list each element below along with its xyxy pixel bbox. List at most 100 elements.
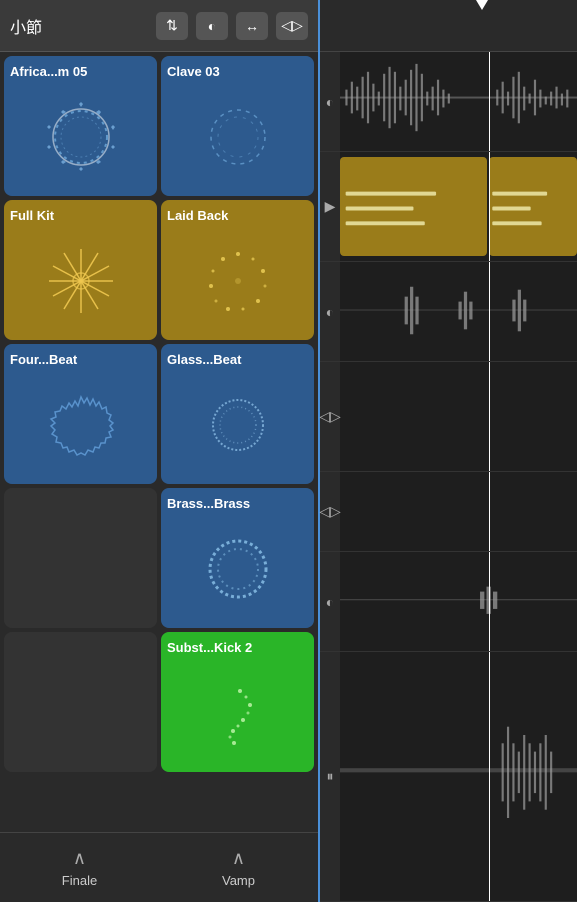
vamp-arrow-icon: ∧ — [232, 848, 245, 869]
header-bar: 小節 ⇅ ◐ ↔ ◁▷ — [0, 0, 318, 52]
pad-empty-1[interactable] — [4, 488, 157, 628]
halfmoon-icon-6: ◐ — [326, 594, 334, 610]
pad-clave[interactable]: Clave 03 — [161, 56, 314, 196]
pad-fullkit[interactable]: Full Kit — [4, 200, 157, 340]
clave-waveform-icon — [198, 97, 278, 177]
track-control-6[interactable]: ◐ — [320, 552, 340, 651]
gold-pattern-right — [489, 157, 577, 256]
gold-pattern-left — [340, 157, 487, 256]
fourbeat-waveform-icon — [41, 385, 121, 465]
track-control-4[interactable]: ◁▷ — [320, 362, 340, 471]
pad-subst[interactable]: Subst...Kick 2 — [161, 632, 314, 772]
subst-waveform-icon — [198, 673, 278, 753]
play-icon-2: ▶ — [325, 198, 336, 215]
track-content-1 — [340, 52, 577, 151]
right-panel: ◐ — [320, 0, 577, 902]
pad-grid: Africa...m 05 — [0, 52, 318, 832]
pause-icon: ⏸ — [327, 768, 334, 785]
expand-button[interactable]: ◁▷ — [276, 12, 308, 40]
playhead-line-3 — [489, 262, 490, 361]
bottom-bar: ∧ Finale ∧ Vamp — [0, 832, 318, 902]
sort-button[interactable]: ⇅ — [156, 12, 188, 40]
timeline-header — [320, 0, 577, 52]
pad-laidback-visual — [167, 227, 308, 334]
pad-subst-visual — [167, 659, 308, 766]
waveform-6 — [340, 552, 577, 651]
track-row-1: ◐ — [320, 52, 577, 152]
sort-icon: ⇅ — [166, 17, 178, 34]
playhead-line-6 — [489, 552, 490, 651]
pad-laidback[interactable]: Laid Back — [161, 200, 314, 340]
vamp-button[interactable]: ∧ Vamp — [159, 833, 318, 902]
glassbeat-waveform-icon — [198, 385, 278, 465]
pad-africa-label: Africa...m 05 — [10, 64, 87, 79]
track-row-2: ▶ — [320, 152, 577, 262]
pad-subst-label: Subst...Kick 2 — [167, 640, 252, 655]
pad-africa-visual — [10, 83, 151, 190]
left-panel: 小節 ⇅ ◐ ↔ ◁▷ Africa...m 05 — [0, 0, 320, 902]
playhead-line-bottom — [489, 652, 490, 901]
expand-icon-4: ◁▷ — [319, 408, 341, 425]
track-content-bottom — [340, 652, 577, 901]
pad-africa[interactable]: Africa...m 05 — [4, 56, 157, 196]
track-content-5 — [340, 472, 577, 551]
halfmoon-icon-1: ◐ — [326, 94, 334, 110]
pad-glassbeat-visual — [167, 371, 308, 478]
pad-clave-visual — [167, 83, 308, 190]
pad-empty-2[interactable] — [4, 632, 157, 772]
pad-glassbeat[interactable]: Glass...Beat — [161, 344, 314, 484]
pad-fourbeat[interactable]: Four...Beat — [4, 344, 157, 484]
main-container: 小節 ⇅ ◐ ↔ ◁▷ Africa...m 05 — [0, 0, 577, 902]
track-content-6 — [340, 552, 577, 651]
finale-label: Finale — [62, 873, 97, 888]
moon-icon: ◐ — [208, 18, 216, 34]
pad-fullkit-visual — [10, 227, 151, 334]
playhead-line-5 — [489, 472, 490, 551]
arrows-button[interactable]: ↔ — [236, 12, 268, 40]
waveform-bottom — [340, 652, 577, 901]
pad-brass-visual — [167, 515, 308, 622]
beat-lines-right — [489, 157, 577, 256]
track-control-2[interactable]: ▶ — [320, 152, 340, 261]
brass-waveform-icon — [198, 529, 278, 609]
expand-icon: ◁▷ — [281, 17, 303, 34]
track-row-6: ◐ — [320, 552, 577, 652]
track-row-4: ◁▷ — [320, 362, 577, 472]
pad-brass-label: Brass...Brass — [167, 496, 250, 511]
africa-waveform-icon — [41, 97, 121, 177]
track-control-3[interactable]: ◐ — [320, 262, 340, 361]
pad-brass[interactable]: Brass...Brass — [161, 488, 314, 628]
track-content-2 — [340, 152, 577, 261]
waveform-3 — [340, 262, 577, 361]
vamp-label: Vamp — [222, 873, 255, 888]
beat-lines-left — [340, 157, 487, 256]
track-content-4 — [340, 362, 577, 471]
track-row-3: ◐ — [320, 262, 577, 362]
playhead-line-2 — [489, 152, 490, 261]
halfmoon-icon-3: ◐ — [326, 304, 334, 320]
track-control-5[interactable]: ◁▷ — [320, 472, 340, 551]
moon-button[interactable]: ◐ — [196, 12, 228, 40]
finale-arrow-icon: ∧ — [73, 848, 86, 869]
pad-glassbeat-label: Glass...Beat — [167, 352, 241, 367]
playhead-triangle — [476, 0, 488, 10]
pad-fourbeat-label: Four...Beat — [10, 352, 77, 367]
playhead-line-4 — [489, 362, 490, 471]
pad-fullkit-label: Full Kit — [10, 208, 54, 223]
playhead-line-1 — [489, 52, 490, 151]
arrows-icon: ↔ — [245, 18, 259, 34]
waveform-1 — [340, 52, 577, 151]
track-control-1[interactable]: ◐ — [320, 52, 340, 151]
track-control-bottom[interactable]: ⏸ — [320, 652, 340, 901]
track-row-5: ◁▷ — [320, 472, 577, 552]
finale-button[interactable]: ∧ Finale — [0, 833, 159, 902]
pad-fourbeat-visual — [10, 371, 151, 478]
header-title: 小節 — [10, 14, 148, 38]
expand-icon-5: ◁▷ — [319, 503, 341, 520]
track-content-3 — [340, 262, 577, 361]
pad-clave-label: Clave 03 — [167, 64, 220, 79]
track-row-bottom: ⏸ — [320, 652, 577, 902]
pad-laidback-label: Laid Back — [167, 208, 228, 223]
fullkit-waveform-icon — [41, 241, 121, 321]
laidback-waveform-icon — [198, 241, 278, 321]
